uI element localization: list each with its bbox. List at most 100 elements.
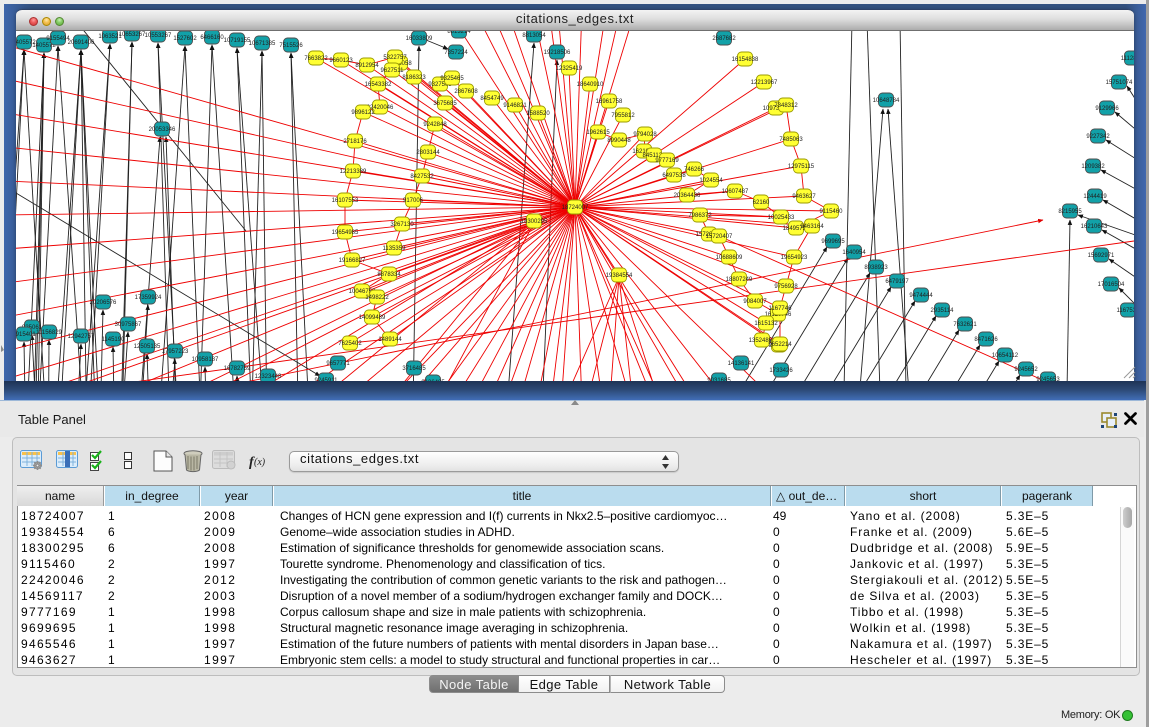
svg-text:19654923: 19654923 — [781, 255, 808, 261]
svg-text:15692971: 15692971 — [1088, 253, 1115, 259]
svg-text:10654112: 10654112 — [992, 353, 1019, 359]
svg-text:1498222: 1498222 — [365, 295, 389, 301]
svg-text:16033809: 16033809 — [406, 36, 433, 42]
svg-text:1135359: 1135359 — [383, 246, 407, 252]
svg-text:1588520: 1588520 — [526, 111, 550, 117]
svg-text:8215955: 8215955 — [1058, 209, 1082, 215]
svg-text:917006: 917006 — [403, 198, 424, 204]
svg-text:19166827: 19166827 — [339, 258, 366, 264]
svg-text:1244419: 1244419 — [1083, 194, 1107, 200]
svg-text:10671385: 10671385 — [249, 41, 276, 47]
svg-text:2687682: 2687682 — [712, 36, 736, 42]
svg-text:9242848: 9242848 — [423, 122, 447, 128]
svg-text:10958187: 10958187 — [192, 357, 219, 363]
svg-text:8427532: 8427532 — [410, 174, 434, 180]
svg-text:19654985: 19654985 — [332, 230, 359, 236]
svg-text:(x): (x) — [254, 457, 266, 468]
svg-text:9129966: 9129966 — [1095, 106, 1119, 112]
svg-text:20364436: 20364436 — [674, 193, 701, 199]
svg-text:9896122: 9896122 — [351, 110, 375, 116]
svg-text:18300295: 18300295 — [521, 219, 548, 225]
svg-text:1733426: 1733426 — [769, 368, 793, 374]
svg-text:6497538: 6497538 — [662, 173, 686, 179]
svg-text:7515526: 7515526 — [279, 43, 303, 49]
svg-text:2803144: 2803144 — [416, 150, 440, 156]
svg-text:3675685: 3675685 — [433, 101, 457, 107]
svg-text:18640910: 18640910 — [577, 82, 604, 88]
svg-text:8186323: 8186323 — [402, 75, 426, 81]
svg-text:9652214: 9652214 — [768, 342, 792, 348]
svg-text:17359924: 17359924 — [135, 295, 162, 301]
svg-text:9794028: 9794028 — [633, 132, 657, 138]
svg-text:7632621: 7632621 — [953, 322, 977, 328]
svg-text:9474444: 9474444 — [909, 293, 933, 299]
svg-text:20053346: 20053346 — [149, 127, 176, 133]
svg-text:9146821: 9146821 — [503, 103, 527, 109]
svg-text:10553267: 10553267 — [145, 33, 172, 39]
svg-text:6466160: 6466160 — [200, 35, 224, 41]
svg-text:7485063: 7485063 — [779, 137, 803, 143]
svg-text:8813214: 8813214 — [447, 31, 471, 35]
svg-text:1962615: 1962615 — [586, 130, 610, 136]
svg-text:8878334: 8878334 — [377, 272, 401, 278]
svg-text:12323448: 12323448 — [255, 374, 282, 380]
svg-text:1167746: 1167746 — [769, 306, 793, 312]
svg-text:30975867: 30975867 — [115, 322, 142, 328]
svg-text:16961758: 16961758 — [596, 99, 623, 105]
svg-text:2718176: 2718176 — [343, 139, 367, 145]
svg-text:9325465: 9325465 — [440, 76, 464, 82]
svg-text:746266: 746266 — [684, 167, 705, 173]
svg-text:8813054: 8813054 — [522, 33, 546, 39]
svg-text:1024554: 1024554 — [699, 178, 723, 184]
svg-text:19218506: 19218506 — [544, 50, 571, 56]
svg-text:16543382: 16543382 — [365, 82, 392, 88]
svg-text:7986372: 7986372 — [688, 213, 712, 219]
svg-text:10653267: 10653267 — [119, 32, 146, 38]
svg-text:20206576: 20206576 — [90, 300, 117, 306]
svg-text:9699695: 9699695 — [821, 239, 845, 245]
svg-text:18807249: 18807249 — [726, 277, 753, 283]
svg-text:1112845: 1112845 — [1121, 56, 1134, 62]
svg-text:7663822: 7663822 — [304, 56, 328, 62]
svg-text:7348312: 7348312 — [774, 103, 798, 109]
svg-text:1489144: 1489144 — [378, 337, 402, 343]
svg-text:10648784: 10648784 — [873, 98, 900, 104]
svg-text:11156829: 11156829 — [36, 330, 62, 336]
svg-text:14136141: 14136141 — [728, 361, 755, 367]
svg-text:1209382: 1209382 — [1081, 164, 1105, 170]
svg-text:8990448: 8990448 — [607, 138, 631, 144]
svg-text:9463627: 9463627 — [792, 194, 816, 200]
svg-text:10607487: 10607487 — [722, 189, 749, 195]
svg-text:1615132: 1615132 — [754, 321, 778, 327]
svg-text:8471626: 8471626 — [974, 337, 998, 343]
svg-text:9245652: 9245652 — [1014, 367, 1038, 373]
svg-text:7357224: 7357224 — [444, 50, 468, 56]
svg-text:17016504: 17016504 — [1098, 282, 1125, 288]
svg-text:9660123: 9660123 — [329, 58, 353, 64]
svg-text:15720407: 15720407 — [706, 234, 733, 240]
svg-text:8938923: 8938923 — [864, 265, 888, 271]
svg-text:10688609: 10688609 — [716, 255, 743, 261]
svg-text:1145190: 1145190 — [102, 337, 126, 343]
svg-text:2935114: 2935114 — [931, 308, 955, 314]
svg-text:12505135: 12505135 — [134, 344, 161, 350]
svg-text:5322757: 5322757 — [383, 55, 407, 61]
svg-text:9115460: 9115460 — [820, 209, 844, 215]
svg-text:3267130: 3267130 — [390, 222, 414, 228]
svg-text:9084007: 9084007 — [743, 299, 767, 305]
svg-text:9227342: 9227342 — [1086, 134, 1110, 140]
svg-text:9657771: 9657771 — [326, 361, 350, 367]
svg-text:20691406: 20691406 — [68, 40, 95, 46]
svg-text:12325419: 12325419 — [556, 66, 583, 72]
svg-text:12975115: 12975115 — [788, 164, 815, 170]
svg-text:12213389: 12213389 — [340, 169, 367, 175]
svg-text:1640954: 1640954 — [842, 250, 866, 256]
svg-text:16782759: 16782759 — [224, 366, 251, 372]
svg-text:10025433: 10025433 — [768, 215, 795, 221]
svg-text:16210643: 16210643 — [1081, 224, 1108, 230]
svg-text:16107553: 16107553 — [332, 198, 359, 204]
svg-text:16154838: 16154838 — [732, 57, 759, 63]
svg-text:12942757: 12942757 — [68, 334, 95, 340]
svg-text:6479197: 6479197 — [885, 279, 909, 285]
svg-text:15751074: 15751074 — [1106, 80, 1133, 86]
